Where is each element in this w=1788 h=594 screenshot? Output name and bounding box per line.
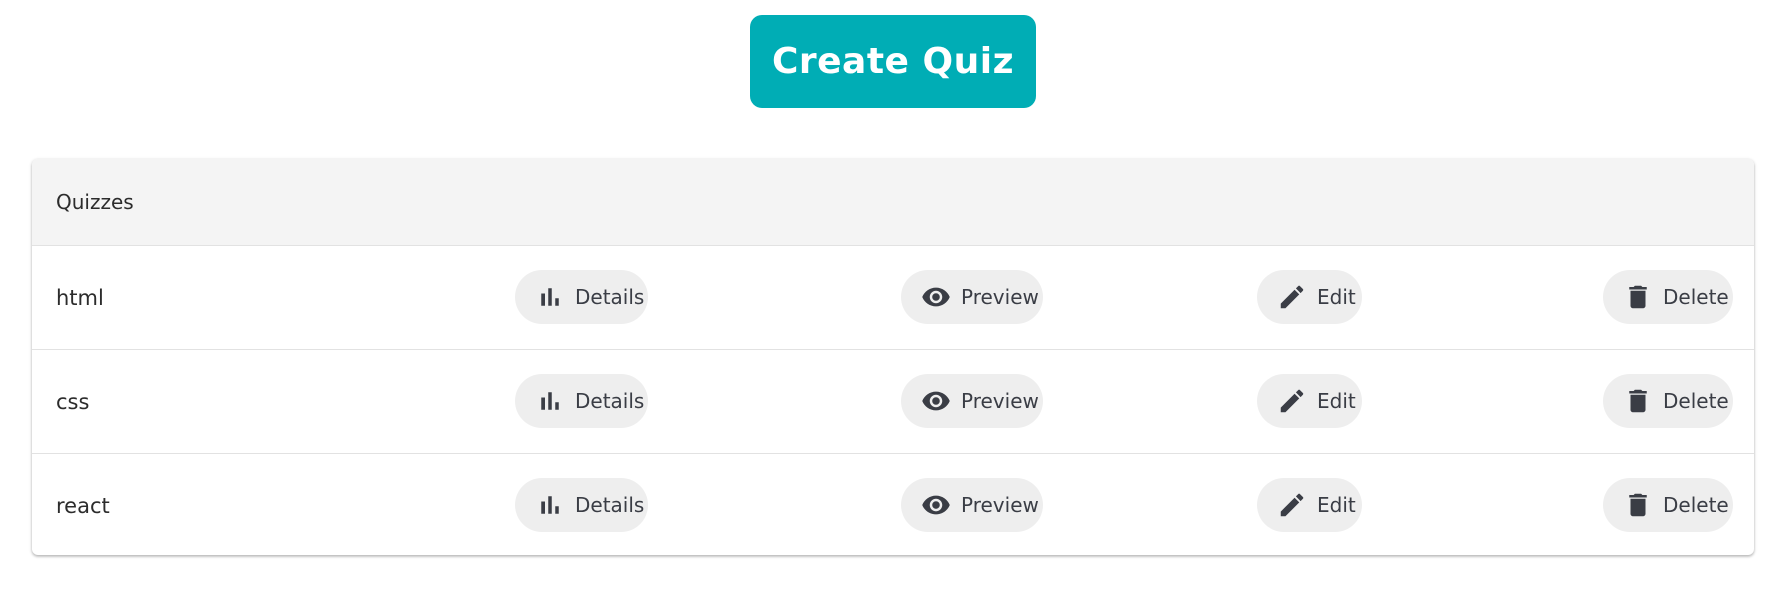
quiz-row: html Details Preview Edit Delete <box>32 246 1754 350</box>
bar-chart-icon <box>535 386 565 416</box>
bar-chart-icon <box>535 490 565 520</box>
card-header: Quizzes <box>32 159 1754 246</box>
eye-icon <box>921 386 951 416</box>
delete-button[interactable]: Delete <box>1603 270 1733 324</box>
trash-icon <box>1623 282 1653 312</box>
eye-icon <box>921 282 951 312</box>
delete-label: Delete <box>1663 389 1729 413</box>
preview-label: Preview <box>961 285 1039 309</box>
quiz-name: react <box>56 493 110 518</box>
delete-button[interactable]: Delete <box>1603 374 1733 428</box>
delete-button[interactable]: Delete <box>1603 478 1733 532</box>
quiz-name: html <box>56 285 104 310</box>
pencil-icon <box>1277 282 1307 312</box>
details-button[interactable]: Details <box>515 478 648 532</box>
edit-button[interactable]: Edit <box>1257 374 1362 428</box>
details-button[interactable]: Details <box>515 270 648 324</box>
edit-button[interactable]: Edit <box>1257 270 1362 324</box>
pencil-icon <box>1277 386 1307 416</box>
details-label: Details <box>575 493 645 517</box>
quiz-row: css Details Preview Edit Delete <box>32 350 1754 454</box>
edit-label: Edit <box>1317 389 1356 413</box>
trash-icon <box>1623 490 1653 520</box>
trash-icon <box>1623 386 1653 416</box>
edit-label: Edit <box>1317 493 1356 517</box>
preview-button[interactable]: Preview <box>901 270 1043 324</box>
edit-label: Edit <box>1317 285 1356 309</box>
edit-button[interactable]: Edit <box>1257 478 1362 532</box>
details-label: Details <box>575 285 645 309</box>
eye-icon <box>921 490 951 520</box>
delete-label: Delete <box>1663 493 1729 517</box>
preview-label: Preview <box>961 389 1039 413</box>
card-title: Quizzes <box>56 190 134 214</box>
pencil-icon <box>1277 490 1307 520</box>
create-quiz-button[interactable]: Create Quiz <box>750 15 1036 108</box>
bar-chart-icon <box>535 282 565 312</box>
details-label: Details <box>575 389 645 413</box>
delete-label: Delete <box>1663 285 1729 309</box>
quizzes-card: Quizzes html Details Preview Edit Delete… <box>32 159 1754 555</box>
preview-label: Preview <box>961 493 1039 517</box>
preview-button[interactable]: Preview <box>901 478 1043 532</box>
preview-button[interactable]: Preview <box>901 374 1043 428</box>
details-button[interactable]: Details <box>515 374 648 428</box>
quiz-row: react Details Preview Edit Delete <box>32 454 1754 555</box>
page: Create Quiz Quizzes html Details Preview <box>0 0 1788 594</box>
quiz-name: css <box>56 389 90 414</box>
